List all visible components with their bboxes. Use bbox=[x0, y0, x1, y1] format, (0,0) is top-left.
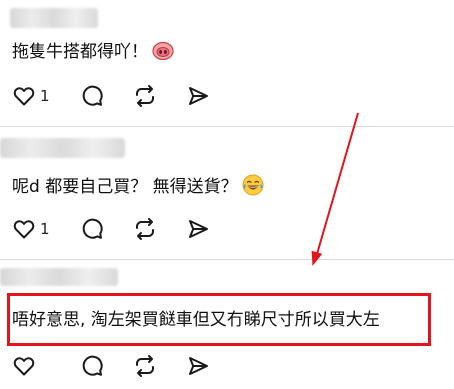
comment-button[interactable] bbox=[80, 217, 104, 241]
share-button[interactable] bbox=[186, 84, 210, 108]
like-count: 1 bbox=[40, 220, 50, 238]
heart-icon bbox=[13, 87, 35, 106]
repost-button[interactable] bbox=[133, 217, 157, 241]
action-bar bbox=[12, 354, 212, 378]
like-button[interactable] bbox=[12, 84, 36, 108]
like-button[interactable] bbox=[12, 354, 36, 378]
repost-button[interactable] bbox=[133, 84, 157, 108]
comment-text-content: 拖隻牛搭都得吖！ bbox=[12, 42, 148, 62]
comment-button[interactable] bbox=[80, 354, 104, 378]
username-blurred bbox=[0, 268, 118, 286]
divider bbox=[0, 126, 454, 127]
heart-icon bbox=[13, 357, 35, 376]
like-button[interactable] bbox=[12, 217, 36, 241]
repost-icon bbox=[136, 218, 154, 240]
annotation-highlight-box bbox=[7, 293, 431, 346]
username-blurred bbox=[10, 8, 98, 28]
like-count: 1 bbox=[40, 87, 50, 105]
comment-text: 呢d 都要自己買？ 無得送貨？ bbox=[12, 174, 264, 203]
comment-bubble-icon bbox=[82, 85, 103, 106]
repost-icon bbox=[136, 355, 154, 377]
send-icon bbox=[189, 87, 208, 105]
comment-bubble-icon bbox=[82, 218, 103, 239]
repost-icon bbox=[136, 85, 154, 107]
share-button[interactable] bbox=[186, 354, 210, 378]
send-icon bbox=[189, 220, 208, 238]
action-bar: 1 bbox=[12, 84, 212, 108]
heart-icon bbox=[13, 220, 35, 239]
pig-nose-emoji bbox=[152, 41, 174, 68]
divider bbox=[0, 259, 454, 260]
username-blurred bbox=[0, 138, 125, 158]
repost-button[interactable] bbox=[133, 354, 157, 378]
comment-button[interactable] bbox=[80, 84, 104, 108]
comment-bubble-icon bbox=[82, 355, 103, 376]
comment-text: 拖隻牛搭都得吖！ bbox=[12, 40, 174, 68]
comment-text-content: 呢d 都要自己買？ 無得送貨？ bbox=[12, 177, 238, 197]
laughing-tears-emoji bbox=[242, 174, 264, 203]
action-bar: 1 bbox=[12, 217, 212, 241]
share-button[interactable] bbox=[186, 217, 210, 241]
send-icon bbox=[189, 357, 208, 375]
